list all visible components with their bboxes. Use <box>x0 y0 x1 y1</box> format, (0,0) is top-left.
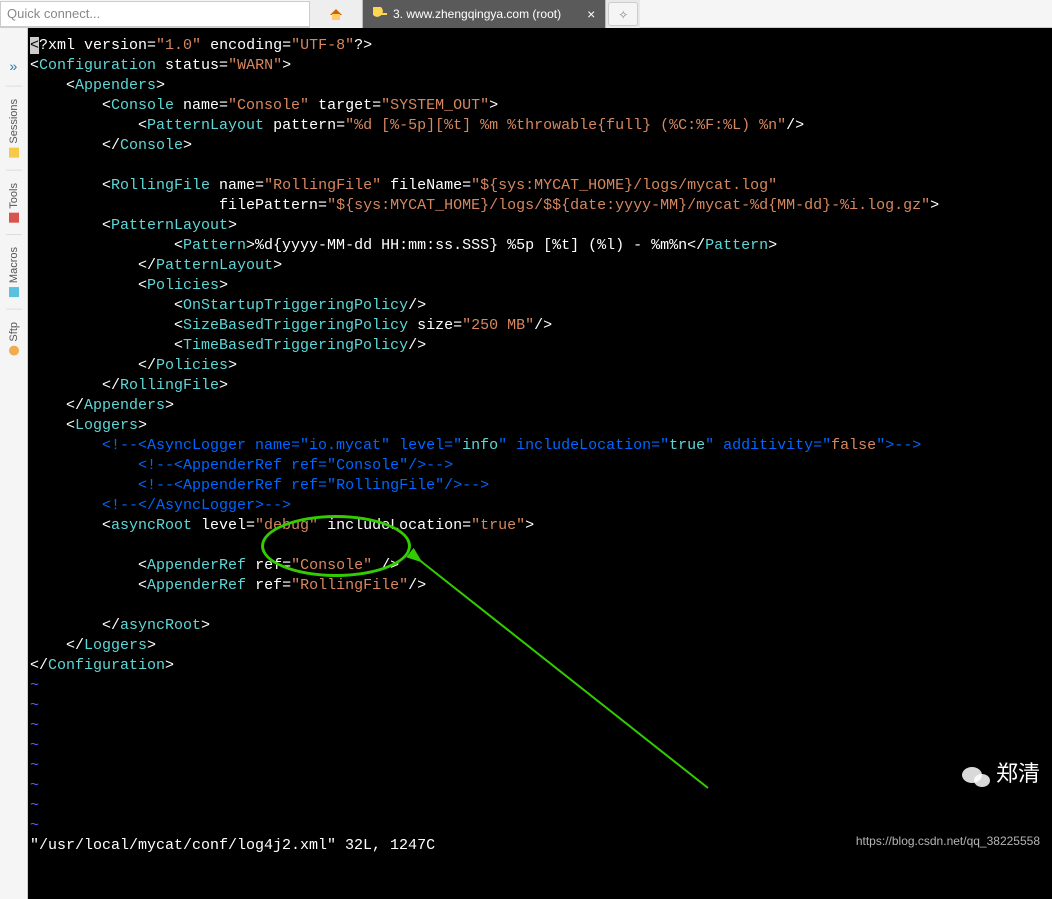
sidebar-item-sessions[interactable]: Sessions <box>6 86 22 170</box>
star-icon <box>9 148 19 158</box>
code-line: <PatternLayout> <box>30 216 1052 236</box>
empty-line-tilde: ~ <box>30 676 1052 696</box>
vim-status-line: "/usr/local/mycat/conf/log4j2.xml" 32L, … <box>30 836 1052 856</box>
empty-line-tilde: ~ <box>30 736 1052 756</box>
tab-new-button[interactable]: ✧ <box>608 2 638 26</box>
code-line: <AppenderRef ref="Console" /> <box>30 556 1052 576</box>
code-line: </asyncRoot> <box>30 616 1052 636</box>
tab-session[interactable]: 3. www.zhengqingya.com (root) × <box>363 0 606 28</box>
code-line <box>30 536 1052 556</box>
code-line: <asyncRoot level="debug" includeLocation… <box>30 516 1052 536</box>
empty-line-tilde: ~ <box>30 716 1052 736</box>
code-line: <RollingFile name="RollingFile" fileName… <box>30 176 1052 196</box>
code-line: </Loggers> <box>30 636 1052 656</box>
code-line: <!--<AppenderRef ref="RollingFile"/>--> <box>30 476 1052 496</box>
code-line: filePattern="${sys:MYCAT_HOME}/logs/$${d… <box>30 196 1052 216</box>
code-line: <Console name="Console" target="SYSTEM_O… <box>30 96 1052 116</box>
sidebar-item-label: Sftp <box>8 322 20 342</box>
code-line: </Configuration> <box>30 656 1052 676</box>
key-icon <box>373 7 387 21</box>
code-line: <!--<AppenderRef ref="Console"/>--> <box>30 456 1052 476</box>
code-line: </PatternLayout> <box>30 256 1052 276</box>
code-line: <?xml version="1.0" encoding="UTF-8"?> <box>30 36 1052 56</box>
code-line: <TimeBasedTriggeringPolicy/> <box>30 336 1052 356</box>
code-line: <Pattern>%d{yyyy-MM-dd HH:mm:ss.SSS} %5p… <box>30 236 1052 256</box>
empty-line-tilde: ~ <box>30 816 1052 836</box>
code-line: <!--</AsyncLogger>--> <box>30 496 1052 516</box>
code-line <box>30 596 1052 616</box>
quick-connect-placeholder: Quick connect... <box>7 6 100 21</box>
sidebar-item-label: Macros <box>8 247 20 283</box>
toolbar: Quick connect... 3. www.zhengqingya.com … <box>0 0 1052 28</box>
empty-line-tilde: ~ <box>30 796 1052 816</box>
code-line: </Policies> <box>30 356 1052 376</box>
empty-line-tilde: ~ <box>30 696 1052 716</box>
main-area: » Sessions Tools Macros Sftp <?xml versi… <box>0 28 1052 899</box>
code-line: </RollingFile> <box>30 376 1052 396</box>
quick-connect-input[interactable]: Quick connect... <box>0 1 310 27</box>
tab-home[interactable] <box>310 0 363 28</box>
sidebar-item-macros[interactable]: Macros <box>6 234 22 309</box>
sftp-icon <box>9 346 19 356</box>
terminal[interactable]: <?xml version="1.0" encoding="UTF-8"?><C… <box>28 28 1052 899</box>
code-line: </Appenders> <box>30 396 1052 416</box>
tool-icon <box>9 212 19 222</box>
code-line: <SizeBasedTriggeringPolicy size="250 MB"… <box>30 316 1052 336</box>
code-line: </Console> <box>30 136 1052 156</box>
code-line: <!--<AsyncLogger name="io.mycat" level="… <box>30 436 1052 456</box>
code-line: <Configuration status="WARN"> <box>30 56 1052 76</box>
code-line: <Policies> <box>30 276 1052 296</box>
tab-row: 3. www.zhengqingya.com (root) × ✧ <box>310 0 640 28</box>
code-line <box>30 156 1052 176</box>
code-line: <Appenders> <box>30 76 1052 96</box>
sidebar-item-label: Tools <box>8 183 20 209</box>
sidebar-item-tools[interactable]: Tools <box>6 170 22 235</box>
home-icon <box>328 6 344 22</box>
tab-close-icon[interactable]: × <box>587 6 595 22</box>
expand-sidebar-icon[interactable]: » <box>3 58 25 78</box>
left-sidebar: » Sessions Tools Macros Sftp <box>0 28 28 899</box>
code-line: <OnStartupTriggeringPolicy/> <box>30 296 1052 316</box>
empty-line-tilde: ~ <box>30 776 1052 796</box>
code-line: <PatternLayout pattern="%d [%-5p][%t] %m… <box>30 116 1052 136</box>
sidebar-item-label: Sessions <box>8 99 20 144</box>
code-line: <AppenderRef ref="RollingFile"/> <box>30 576 1052 596</box>
tab-session-label: 3. www.zhengqingya.com (root) <box>393 7 561 21</box>
code-line: <Loggers> <box>30 416 1052 436</box>
macros-icon <box>9 287 19 297</box>
empty-line-tilde: ~ <box>30 756 1052 776</box>
sidebar-item-sftp[interactable]: Sftp <box>6 309 22 368</box>
